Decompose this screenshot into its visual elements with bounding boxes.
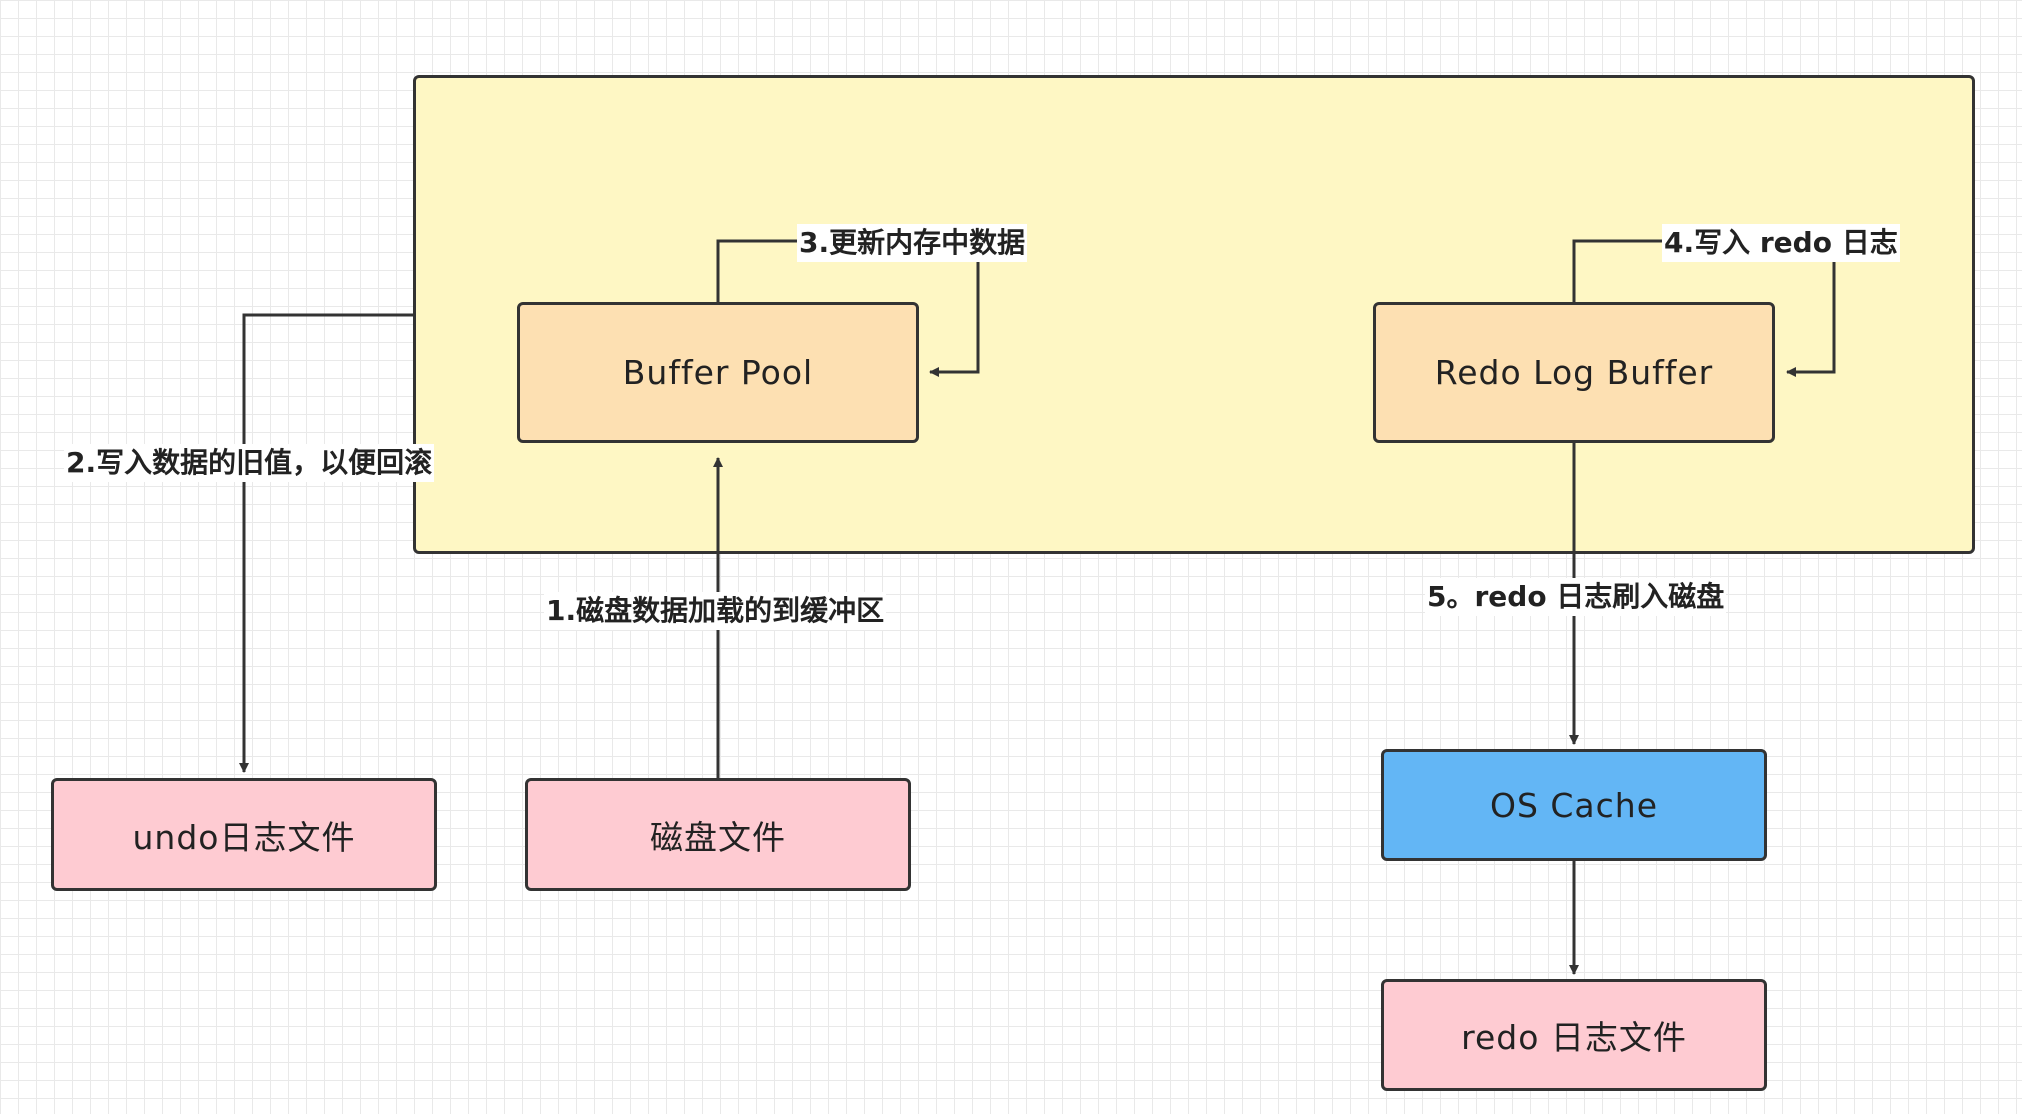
os-cache-node: OS Cache bbox=[1381, 749, 1767, 861]
redo-log-buffer-label: Redo Log Buffer bbox=[1434, 353, 1714, 392]
disk-file-label: 磁盘文件 bbox=[650, 817, 786, 857]
undo-file-label: undo日志文件 bbox=[132, 817, 356, 857]
step2-label: 2.写入数据的旧值，以便回滚 bbox=[64, 444, 435, 482]
connector-layer bbox=[239, 239, 1836, 975]
diagram-canvas: Buffer Pool Redo Log Buffer undo日志文件 磁盘文… bbox=[0, 0, 2022, 1114]
step3-label: 3.更新内存中数据 bbox=[797, 224, 1028, 262]
os-cache-label: OS Cache bbox=[1489, 785, 1659, 825]
redo-log-buffer-node: Redo Log Buffer bbox=[1373, 302, 1775, 443]
buffer-pool-label: Buffer Pool bbox=[622, 353, 814, 392]
step4-label: 4.写入 redo 日志 bbox=[1662, 224, 1900, 262]
step1-label: 1.磁盘数据加载的到缓冲区 bbox=[544, 592, 887, 630]
arrow-container-to-undo-file bbox=[239, 313, 413, 773]
buffer-pool-node: Buffer Pool bbox=[517, 302, 919, 443]
disk-file-node: 磁盘文件 bbox=[525, 778, 911, 891]
step5-label: 5。redo 日志刷入磁盘 bbox=[1425, 578, 1727, 616]
redo-file-node: redo 日志文件 bbox=[1381, 979, 1767, 1091]
redo-file-label: redo 日志文件 bbox=[1461, 1018, 1687, 1057]
undo-file-node: undo日志文件 bbox=[51, 778, 437, 891]
